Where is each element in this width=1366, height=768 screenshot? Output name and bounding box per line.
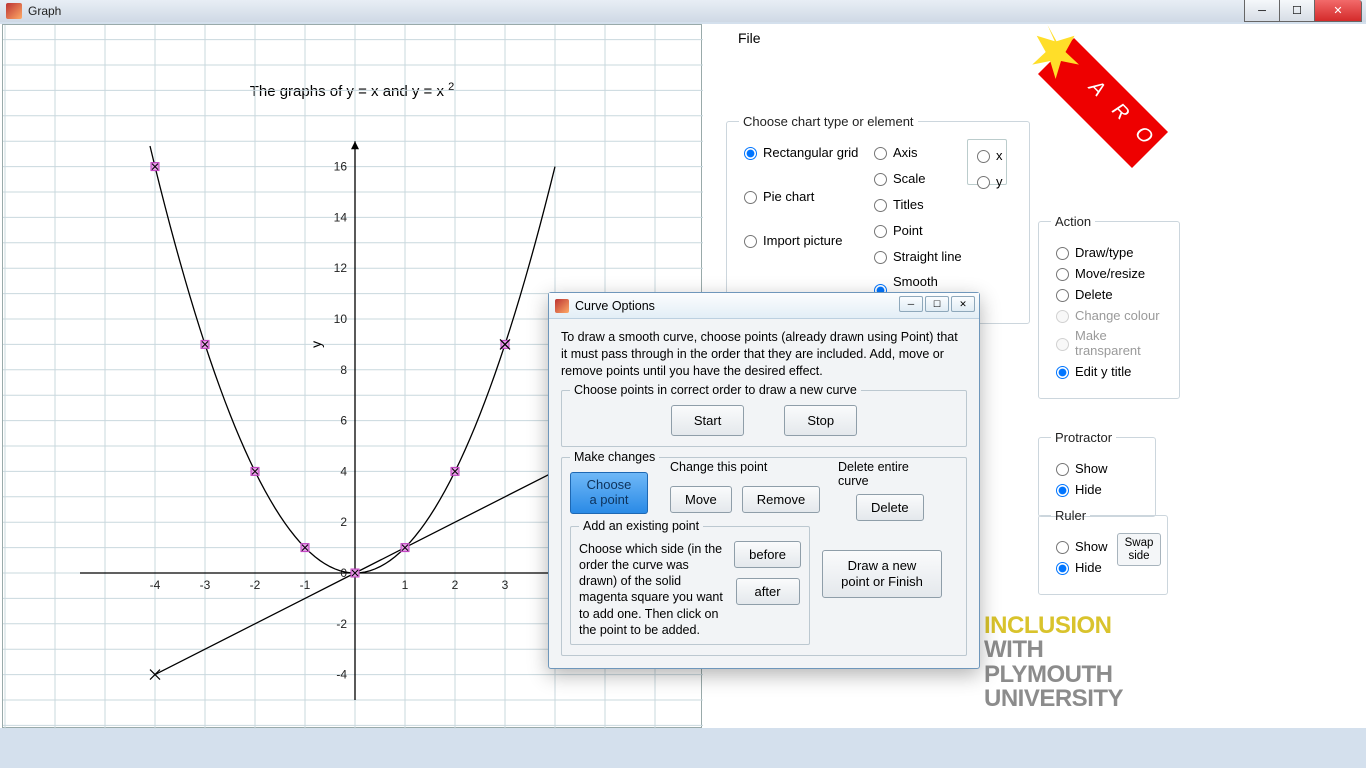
- radio-protractor-show[interactable]: Show: [1051, 460, 1143, 476]
- dialog-close-button[interactable]: ✕: [951, 296, 975, 312]
- svg-text:-2: -2: [250, 578, 261, 592]
- file-menu[interactable]: File: [738, 30, 761, 46]
- after-button[interactable]: after: [736, 578, 800, 605]
- svg-text:-4: -4: [336, 668, 347, 682]
- dialog-maximize-button[interactable]: ☐: [925, 296, 949, 312]
- window-title: Graph: [28, 4, 61, 18]
- aro-ribbon: A R O: [1018, 18, 1188, 188]
- svg-text:10: 10: [334, 312, 348, 326]
- radio-edit-y-title[interactable]: Edit y title: [1051, 363, 1167, 379]
- svg-text:-4: -4: [150, 578, 161, 592]
- radio-x[interactable]: x: [972, 147, 1002, 163]
- stop-button[interactable]: Stop: [784, 405, 857, 436]
- svg-text:R: R: [1107, 99, 1133, 125]
- radio-import-picture[interactable]: Import picture: [739, 232, 869, 248]
- svg-text:16: 16: [334, 160, 348, 174]
- svg-text:2: 2: [452, 578, 459, 592]
- axis-xy-group: x y: [967, 139, 1007, 185]
- draw-or-finish-button[interactable]: Draw a new point or Finish: [822, 550, 942, 598]
- app-icon: [6, 3, 22, 19]
- add-existing-text: Choose which side (in the order the curv…: [579, 541, 724, 639]
- svg-text:2: 2: [340, 515, 347, 529]
- svg-text:3: 3: [502, 578, 509, 592]
- move-button[interactable]: Move: [670, 486, 732, 513]
- dialog-instructions: To draw a smooth curve, choose points (a…: [561, 329, 967, 380]
- before-button[interactable]: before: [734, 541, 801, 568]
- svg-text:14: 14: [334, 210, 348, 224]
- chart-type-legend: Choose chart type or element: [739, 114, 918, 129]
- ruler-group: Ruler Show Hide Swap side: [1038, 508, 1168, 595]
- svg-text:-3: -3: [200, 578, 211, 592]
- minimize-button[interactable]: ─: [1244, 0, 1280, 22]
- ruler-legend: Ruler: [1051, 508, 1090, 523]
- dialog-minimize-button[interactable]: ─: [899, 296, 923, 312]
- start-button[interactable]: Start: [671, 405, 744, 436]
- svg-text:12: 12: [334, 261, 348, 275]
- radio-protractor-hide[interactable]: Hide: [1051, 481, 1143, 497]
- radio-straight-line[interactable]: Straight line: [869, 248, 967, 264]
- choose-points-section: Choose points in correct order to draw a…: [561, 390, 967, 447]
- close-button[interactable]: ✕: [1314, 0, 1362, 22]
- svg-text:-1: -1: [300, 578, 311, 592]
- radio-move-resize[interactable]: Move/resize: [1051, 265, 1167, 281]
- svg-text:O: O: [1130, 122, 1157, 149]
- dialog-icon: [555, 299, 569, 313]
- svg-text:4: 4: [340, 464, 347, 478]
- radio-draw-type[interactable]: Draw/type: [1051, 244, 1167, 260]
- svg-text:A: A: [1084, 75, 1110, 101]
- remove-button[interactable]: Remove: [742, 486, 820, 513]
- protractor-legend: Protractor: [1051, 430, 1116, 445]
- radio-point[interactable]: Point: [869, 222, 967, 238]
- window-titlebar: Graph ─ ☐ ✕: [0, 0, 1366, 22]
- protractor-group: Protractor Show Hide: [1038, 430, 1156, 517]
- radio-scale[interactable]: Scale: [869, 170, 967, 186]
- delete-curve-button[interactable]: Delete: [856, 494, 924, 521]
- curve-options-dialog[interactable]: Curve Options ─ ☐ ✕ To draw a smooth cur…: [548, 292, 980, 669]
- radio-y[interactable]: y: [972, 173, 1002, 189]
- swap-side-button[interactable]: Swap side: [1117, 533, 1161, 566]
- radio-titles[interactable]: Titles: [869, 196, 967, 212]
- dialog-titlebar[interactable]: Curve Options ─ ☐ ✕: [549, 293, 979, 319]
- make-changes-section: Make changes Choose a point Add an exist…: [561, 457, 967, 657]
- maximize-button[interactable]: ☐: [1279, 0, 1315, 22]
- radio-change-colour: Change colour: [1051, 307, 1167, 323]
- svg-text:6: 6: [340, 414, 347, 428]
- svg-text:1: 1: [402, 578, 409, 592]
- radio-delete[interactable]: Delete: [1051, 286, 1167, 302]
- radio-axis[interactable]: Axis: [869, 144, 967, 160]
- dialog-title: Curve Options: [575, 299, 655, 313]
- svg-text:-2: -2: [336, 617, 347, 631]
- action-group: Action Draw/type Move/resize Delete Chan…: [1038, 214, 1180, 399]
- radio-pie-chart[interactable]: Pie chart: [739, 188, 869, 204]
- svg-text:8: 8: [340, 363, 347, 377]
- choose-a-point-button[interactable]: Choose a point: [570, 472, 648, 514]
- svg-text:y: y: [308, 341, 324, 348]
- radio-make-transparent: Make transparent: [1051, 328, 1167, 358]
- plymouth-logo: INCLUSION WITH PLYMOUTH UNIVERSITY: [984, 614, 1123, 712]
- radio-rectangular-grid[interactable]: Rectangular grid: [739, 144, 869, 160]
- action-legend: Action: [1051, 214, 1095, 229]
